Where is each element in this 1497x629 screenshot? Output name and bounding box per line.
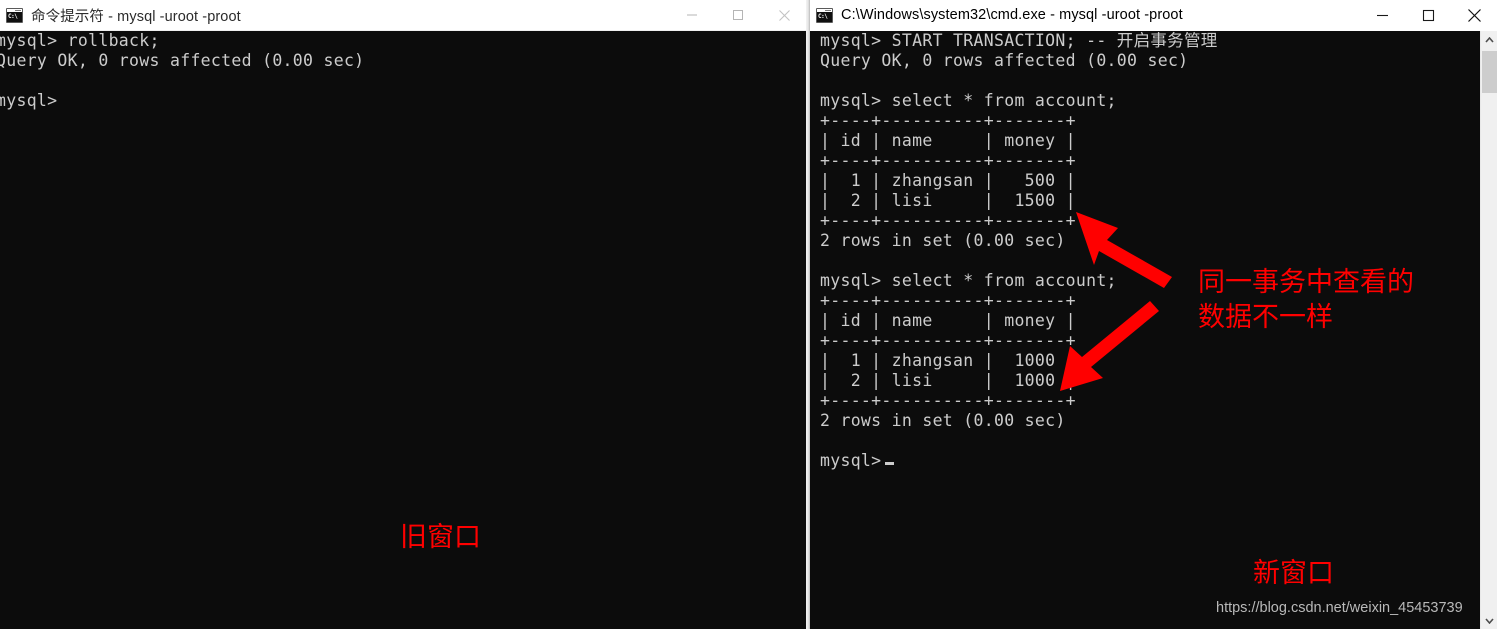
csdn-watermark: https://blog.csdn.net/weixin_45453739: [1216, 600, 1463, 616]
terminal-line: +----+----------+-------+: [820, 391, 1076, 410]
terminal-line: +----+----------+-------+: [820, 111, 1076, 130]
terminal-line: mysql> select * from account;: [820, 91, 1117, 110]
cmd-icon-label: C:\: [817, 11, 832, 22]
terminal-line: | id | name | money |: [820, 131, 1076, 150]
terminal-line: | 2 | lisi | 1500 |: [820, 191, 1076, 210]
cmd-icon: C:\: [816, 7, 833, 23]
old-window-title: 命令提示符 - mysql -uroot -proot: [31, 8, 241, 25]
maximize-button[interactable]: [1405, 0, 1451, 30]
cmd-icon-label: C:\: [7, 11, 22, 22]
annotation-new-window: 新窗口: [1253, 558, 1334, 589]
terminal-line: mysql>: [0, 91, 58, 110]
terminal-line: | 1 | zhangsan | 1000 |: [820, 351, 1076, 370]
new-window-titlebar[interactable]: C:\ C:\Windows\system32\cmd.exe - mysql …: [810, 0, 1497, 31]
terminal-line: 2 rows in set (0.00 sec): [820, 231, 1066, 250]
terminal-scrollbar[interactable]: [1480, 31, 1497, 629]
close-button[interactable]: [1451, 0, 1497, 30]
close-icon: [778, 9, 790, 21]
cmd-icon: C:\: [6, 7, 23, 23]
terminal-line: +----+----------+-------+: [820, 211, 1076, 230]
minimize-button[interactable]: [1359, 0, 1405, 30]
terminal-line: mysql> rollback;: [0, 31, 160, 50]
minimize-icon: [687, 14, 697, 16]
close-button[interactable]: [761, 0, 807, 30]
annotation-old-window: 旧窗口: [400, 522, 481, 553]
old-window-titlebar[interactable]: C:\ 命令提示符 - mysql -uroot -proot: [0, 0, 807, 31]
terminal-line: 2 rows in set (0.00 sec): [820, 411, 1066, 430]
maximize-icon: [733, 10, 743, 20]
terminal-line: mysql>: [820, 451, 1480, 471]
new-window-controls: [1359, 0, 1497, 30]
chevron-up-icon: [1485, 36, 1494, 43]
scrollbar-thumb[interactable]: [1482, 51, 1497, 93]
terminal-line: +----+----------+-------+: [820, 151, 1076, 170]
terminal-cursor: [885, 462, 895, 465]
scroll-down-arrow-icon[interactable]: [1481, 612, 1497, 629]
terminal-line: mysql> START TRANSACTION; -- 开启事务管理: [820, 31, 1218, 50]
chevron-down-icon: [1485, 617, 1494, 624]
close-icon: [1467, 8, 1481, 22]
terminal-line: Query OK, 0 rows affected (0.00 sec): [820, 51, 1189, 70]
annotation-note-diff: 同一事务中查看的 数据不一样: [1198, 267, 1414, 333]
maximize-button[interactable]: [715, 0, 761, 30]
terminal-line: | 1 | zhangsan | 500 |: [820, 171, 1076, 190]
scroll-up-arrow-icon[interactable]: [1481, 31, 1497, 48]
minimize-button[interactable]: [669, 0, 715, 30]
new-window-title: C:\Windows\system32\cmd.exe - mysql -uro…: [841, 7, 1183, 23]
terminal-line: | 2 | lisi | 1000 |: [820, 371, 1076, 390]
maximize-icon: [1422, 9, 1434, 21]
terminal-line: Query OK, 0 rows affected (0.00 sec): [0, 51, 365, 70]
minimize-icon: [1376, 14, 1388, 16]
old-window-controls: [669, 0, 807, 30]
